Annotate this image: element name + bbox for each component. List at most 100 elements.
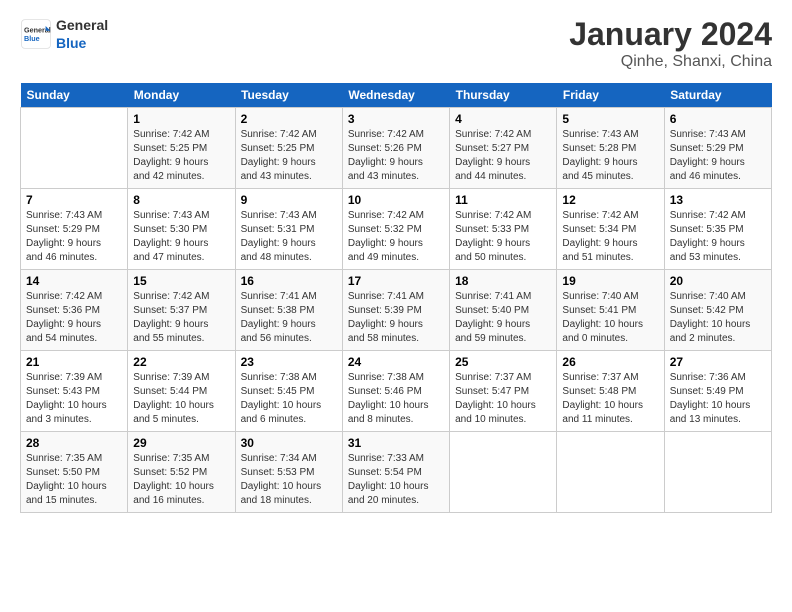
day-number: 10 [348, 193, 444, 207]
logo-icon: General Blue [20, 18, 52, 50]
cell-w2-d3: 9 Sunrise: 7:43 AMSunset: 5:31 PMDaylight… [235, 189, 342, 270]
day-number: 7 [26, 193, 122, 207]
cell-w5-d2: 29 Sunrise: 7:35 AMSunset: 5:52 PMDayligh… [128, 432, 235, 513]
day-number: 26 [562, 355, 658, 369]
cell-w3-d4: 17 Sunrise: 7:41 AMSunset: 5:39 PMDayligh… [342, 270, 449, 351]
day-info: Sunrise: 7:41 AMSunset: 5:39 PMDaylight:… [348, 290, 444, 346]
day-info: Sunrise: 7:42 AMSunset: 5:26 PMDaylight:… [348, 128, 444, 184]
day-info: Sunrise: 7:42 AMSunset: 5:33 PMDaylight:… [455, 209, 551, 265]
cell-w4-d6: 26 Sunrise: 7:37 AMSunset: 5:48 PMDayligh… [557, 351, 664, 432]
day-number: 23 [241, 355, 337, 369]
cell-w1-d4: 3 Sunrise: 7:42 AMSunset: 5:26 PMDaylight… [342, 108, 449, 189]
day-info: Sunrise: 7:37 AMSunset: 5:48 PMDaylight:… [562, 371, 658, 427]
cell-w2-d7: 13 Sunrise: 7:42 AMSunset: 5:35 PMDayligh… [664, 189, 771, 270]
cell-w4-d2: 22 Sunrise: 7:39 AMSunset: 5:44 PMDayligh… [128, 351, 235, 432]
week-row-4: 21Sunrise: 7:39 AMSunset: 5:43 PMDayligh… [21, 351, 772, 432]
day-info: Sunrise: 7:39 AMSunset: 5:44 PMDaylight:… [133, 371, 229, 427]
cell-w1-d6: 5 Sunrise: 7:43 AMSunset: 5:28 PMDaylight… [557, 108, 664, 189]
cell-w2-d2: 8Sunrise: 7:43 AMSunset: 5:30 PMDaylight… [128, 189, 235, 270]
calendar-body: 1 Sunrise: 7:42 AMSunset: 5:25 PMDaylight… [21, 108, 772, 513]
cell-w5-d4: 31Sunrise: 7:33 AMSunset: 5:54 PMDayligh… [342, 432, 449, 513]
logo-line1: General [56, 16, 108, 34]
day-number: 3 [348, 112, 444, 126]
cell-w5-d6 [557, 432, 664, 513]
day-number: 15 [133, 274, 229, 288]
day-info: Sunrise: 7:43 AMSunset: 5:29 PMDaylight:… [670, 128, 766, 184]
day-number: 1 [133, 112, 229, 126]
week-row-1: 1 Sunrise: 7:42 AMSunset: 5:25 PMDaylight… [21, 108, 772, 189]
day-info: Sunrise: 7:42 AMSunset: 5:36 PMDaylight:… [26, 290, 122, 346]
cell-w3-d6: 19 Sunrise: 7:40 AMSunset: 5:41 PMDayligh… [557, 270, 664, 351]
day-info: Sunrise: 7:42 AMSunset: 5:25 PMDaylight:… [133, 128, 229, 184]
col-thursday: Thursday [450, 83, 557, 108]
day-number: 20 [670, 274, 766, 288]
day-info: Sunrise: 7:42 AMSunset: 5:27 PMDaylight:… [455, 128, 551, 184]
day-number: 24 [348, 355, 444, 369]
cell-w1-d5: 4 Sunrise: 7:42 AMSunset: 5:27 PMDaylight… [450, 108, 557, 189]
day-number: 13 [670, 193, 766, 207]
day-info: Sunrise: 7:40 AMSunset: 5:41 PMDaylight:… [562, 290, 658, 346]
day-number: 22 [133, 355, 229, 369]
day-info: Sunrise: 7:43 AMSunset: 5:28 PMDaylight:… [562, 128, 658, 184]
day-info: Sunrise: 7:35 AMSunset: 5:52 PMDaylight:… [133, 452, 229, 508]
main-title: January 2024 [569, 16, 772, 53]
cell-w5-d7 [664, 432, 771, 513]
day-number: 21 [26, 355, 122, 369]
cell-w4-d5: 25Sunrise: 7:37 AMSunset: 5:47 PMDayligh… [450, 351, 557, 432]
cell-w3-d2: 15Sunrise: 7:42 AMSunset: 5:37 PMDayligh… [128, 270, 235, 351]
logo: General Blue General Blue [20, 16, 108, 52]
cell-w4-d1: 21Sunrise: 7:39 AMSunset: 5:43 PMDayligh… [21, 351, 128, 432]
day-info: Sunrise: 7:42 AMSunset: 5:25 PMDaylight:… [241, 128, 337, 184]
day-info: Sunrise: 7:38 AMSunset: 5:46 PMDaylight:… [348, 371, 444, 427]
cell-w5-d5 [450, 432, 557, 513]
day-info: Sunrise: 7:41 AMSunset: 5:40 PMDaylight:… [455, 290, 551, 346]
day-number: 14 [26, 274, 122, 288]
cell-w5-d1: 28 Sunrise: 7:35 AMSunset: 5:50 PMDayligh… [21, 432, 128, 513]
col-monday: Monday [128, 83, 235, 108]
header-row: Sunday Monday Tuesday Wednesday Thursday… [21, 83, 772, 108]
cell-w4-d7: 27Sunrise: 7:36 AMSunset: 5:49 PMDayligh… [664, 351, 771, 432]
cell-w3-d3: 16 Sunrise: 7:41 AMSunset: 5:38 PMDayligh… [235, 270, 342, 351]
cell-w2-d1: 7 Sunrise: 7:43 AMSunset: 5:29 PMDaylight… [21, 189, 128, 270]
day-number: 31 [348, 436, 444, 450]
day-number: 16 [241, 274, 337, 288]
day-info: Sunrise: 7:35 AMSunset: 5:50 PMDaylight:… [26, 452, 122, 508]
col-tuesday: Tuesday [235, 83, 342, 108]
day-info: Sunrise: 7:38 AMSunset: 5:45 PMDaylight:… [241, 371, 337, 427]
cell-w4-d4: 24 Sunrise: 7:38 AMSunset: 5:46 PMDayligh… [342, 351, 449, 432]
cell-w2-d4: 10 Sunrise: 7:42 AMSunset: 5:32 PMDayligh… [342, 189, 449, 270]
day-number: 6 [670, 112, 766, 126]
cell-w2-d5: 11Sunrise: 7:42 AMSunset: 5:33 PMDayligh… [450, 189, 557, 270]
day-number: 29 [133, 436, 229, 450]
cell-w3-d1: 14 Sunrise: 7:42 AMSunset: 5:36 PMDayligh… [21, 270, 128, 351]
cell-w5-d3: 30 Sunrise: 7:34 AMSunset: 5:53 PMDayligh… [235, 432, 342, 513]
day-info: Sunrise: 7:42 AMSunset: 5:32 PMDaylight:… [348, 209, 444, 265]
day-number: 2 [241, 112, 337, 126]
svg-text:Blue: Blue [24, 34, 40, 43]
day-info: Sunrise: 7:42 AMSunset: 5:35 PMDaylight:… [670, 209, 766, 265]
day-info: Sunrise: 7:41 AMSunset: 5:38 PMDaylight:… [241, 290, 337, 346]
day-info: Sunrise: 7:43 AMSunset: 5:31 PMDaylight:… [241, 209, 337, 265]
day-number: 19 [562, 274, 658, 288]
week-row-3: 14 Sunrise: 7:42 AMSunset: 5:36 PMDayligh… [21, 270, 772, 351]
day-number: 30 [241, 436, 337, 450]
day-info: Sunrise: 7:43 AMSunset: 5:29 PMDaylight:… [26, 209, 122, 265]
day-info: Sunrise: 7:40 AMSunset: 5:42 PMDaylight:… [670, 290, 766, 346]
subtitle: Qinhe, Shanxi, China [569, 53, 772, 71]
day-number: 25 [455, 355, 551, 369]
day-number: 9 [241, 193, 337, 207]
cell-w4-d3: 23 Sunrise: 7:38 AMSunset: 5:45 PMDayligh… [235, 351, 342, 432]
title-block: January 2024 Qinhe, Shanxi, China [569, 16, 772, 71]
cell-w1-d2: 1 Sunrise: 7:42 AMSunset: 5:25 PMDaylight… [128, 108, 235, 189]
calendar-table: Sunday Monday Tuesday Wednesday Thursday… [20, 83, 772, 513]
cell-w2-d6: 12Sunrise: 7:42 AMSunset: 5:34 PMDayligh… [557, 189, 664, 270]
day-number: 4 [455, 112, 551, 126]
week-row-2: 7 Sunrise: 7:43 AMSunset: 5:29 PMDaylight… [21, 189, 772, 270]
logo-line2: Blue [56, 34, 108, 52]
day-number: 28 [26, 436, 122, 450]
page-container: General Blue General Blue January 2024 Q… [0, 0, 792, 523]
day-info: Sunrise: 7:34 AMSunset: 5:53 PMDaylight:… [241, 452, 337, 508]
cell-w1-d3: 2 Sunrise: 7:42 AMSunset: 5:25 PMDaylight… [235, 108, 342, 189]
day-number: 17 [348, 274, 444, 288]
day-number: 5 [562, 112, 658, 126]
